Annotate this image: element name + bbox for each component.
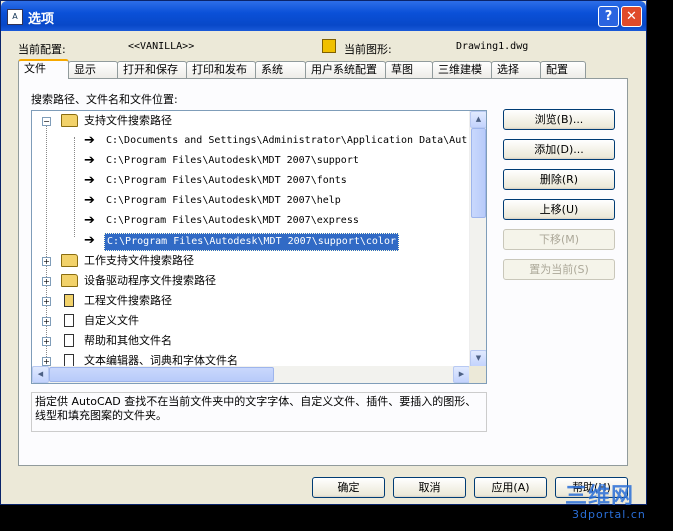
path-text: C:\Program Files\Autodesk\MDT 2007\suppo… [104, 233, 399, 251]
path-text: C:\Program Files\Autodesk\MDT 2007\help [106, 195, 341, 206]
arrow-right-icon: ➔ [84, 153, 95, 168]
remove-button[interactable]: 删除(R) [503, 169, 615, 190]
path-text: C:\Program Files\Autodesk\MDT 2007\fonts [106, 175, 347, 186]
move-down-button[interactable]: 下移(M) [503, 229, 615, 250]
scroll-down-icon[interactable]: ▼ [470, 350, 486, 367]
tab-system[interactable]: 系统 [255, 61, 306, 79]
options-dialog: A 选项 ? ✕ 当前配置: <<VANILLA>> 当前图形: Drawing… [0, 0, 647, 505]
description-text: 指定供 AutoCAD 查找不在当前文件夹中的文字字体、自定义文件、插件、要插入… [31, 392, 487, 432]
scroll-thumb[interactable] [471, 128, 486, 218]
tab-open-save[interactable]: 打开和保存 [117, 61, 187, 79]
current-drawing-label: 当前图形: [344, 43, 392, 56]
move-up-button[interactable]: 上移(U) [503, 199, 615, 220]
tree-path-item[interactable]: ➔ C:\Program Files\Autodesk\MDT 2007\exp… [32, 211, 472, 231]
watermark-logo: 三维网 [565, 484, 635, 509]
scroll-left-icon[interactable]: ◀ [32, 366, 49, 383]
tree-node-label: 工作支持文件搜索路径 [84, 254, 194, 267]
arrow-right-icon: ➔ [84, 193, 95, 208]
expand-icon[interactable]: + [42, 297, 51, 306]
tree-node-help-files[interactable]: + 帮助和其他文件名 [32, 331, 472, 351]
search-path-tree[interactable]: − 支持文件搜索路径 ➔ C:\Documents and Settings\A… [31, 110, 487, 384]
tree-node-label: 支持文件搜索路径 [84, 114, 172, 127]
path-text: C:\Program Files\Autodesk\MDT 2007\expre… [106, 215, 359, 226]
tree-node-label: 帮助和其他文件名 [84, 334, 172, 347]
apply-button[interactable]: 应用(A) [474, 477, 547, 498]
scroll-up-icon[interactable]: ▲ [470, 111, 486, 128]
arrow-right-icon: ➔ [84, 213, 95, 228]
tree-node-support-path[interactable]: − 支持文件搜索路径 [32, 111, 472, 131]
scroll-thumb[interactable] [49, 367, 274, 382]
tree-node-driver-path[interactable]: + 设备驱动程序文件搜索路径 [32, 271, 472, 291]
drawing-icon [322, 39, 336, 53]
tab-selection[interactable]: 选择 [491, 61, 541, 79]
tree-node-working-support-path[interactable]: + 工作支持文件搜索路径 [32, 251, 472, 271]
project-file-icon [64, 294, 74, 307]
tab-3d-modeling[interactable]: 三维建模 [432, 61, 492, 79]
window-title: 选项 [28, 12, 55, 27]
tab-files[interactable]: 文件 [18, 59, 69, 79]
tree-path-item[interactable]: ➔ C:\Program Files\Autodesk\MDT 2007\hel… [32, 191, 472, 211]
expand-icon[interactable]: + [42, 337, 51, 346]
horizontal-scrollbar[interactable]: ◀ ▶ [32, 366, 470, 383]
tree-path-item[interactable]: ➔ C:\Program Files\Autodesk\MDT 2007\fon… [32, 171, 472, 191]
app-icon: A [7, 9, 23, 25]
expand-icon[interactable]: + [42, 277, 51, 286]
watermark-url: 3dportal.cn [572, 508, 646, 521]
folder-open-icon [61, 114, 78, 127]
close-button[interactable]: ✕ [621, 6, 642, 27]
expand-icon[interactable]: + [42, 357, 51, 366]
tree-node-label: 设备驱动程序文件搜索路径 [84, 274, 216, 287]
file-icon [64, 314, 74, 327]
expand-icon[interactable]: + [42, 317, 51, 326]
arrow-right-icon: ➔ [84, 233, 95, 248]
current-profile-value: <<VANILLA>> [128, 41, 195, 52]
expand-icon[interactable]: + [42, 257, 51, 266]
tree-node-label: 工程文件搜索路径 [84, 294, 172, 307]
help-title-button[interactable]: ? [598, 6, 619, 27]
section-label: 搜索路径、文件名和文件位置: [31, 93, 178, 106]
files-tab-panel: 搜索路径、文件名和文件位置: − 支持文件搜索路径 ➔ C:\Documents… [18, 78, 628, 466]
cancel-button[interactable]: 取消 [393, 477, 466, 498]
scroll-right-icon[interactable]: ▶ [453, 366, 470, 383]
tab-user-preferences[interactable]: 用户系统配置 [305, 61, 386, 79]
tab-drafting[interactable]: 草图 [385, 61, 433, 79]
path-text: C:\Program Files\Autodesk\MDT 2007\suppo… [106, 155, 359, 166]
arrow-right-icon: ➔ [84, 173, 95, 188]
folder-icon [61, 274, 78, 287]
tree-node-custom-files[interactable]: + 自定义文件 [32, 311, 472, 331]
tree-path-item-selected[interactable]: ➔ C:\Program Files\Autodesk\MDT 2007\sup… [32, 231, 472, 251]
ok-button[interactable]: 确定 [312, 477, 385, 498]
tree-path-item[interactable]: ➔ C:\Documents and Settings\Administrato… [32, 131, 472, 151]
tab-profiles[interactable]: 配置 [540, 61, 586, 79]
current-profile-label: 当前配置: [18, 43, 66, 56]
tab-plot-publish[interactable]: 打印和发布 [186, 61, 256, 79]
file-icon [64, 334, 74, 347]
path-text: C:\Documents and Settings\Administrator\… [106, 135, 468, 146]
scroll-corner [469, 366, 486, 383]
vertical-scrollbar[interactable]: ▲ ▼ [469, 111, 486, 367]
arrow-right-icon: ➔ [84, 133, 95, 148]
set-current-button[interactable]: 置为当前(S) [503, 259, 615, 280]
title-bar[interactable]: A 选项 ? ✕ [1, 1, 646, 31]
current-drawing-value: Drawing1.dwg [456, 41, 529, 52]
add-button[interactable]: 添加(D)... [503, 139, 615, 160]
tree-node-project-path[interactable]: + 工程文件搜索路径 [32, 291, 472, 311]
tree-path-item[interactable]: ➔ C:\Program Files\Autodesk\MDT 2007\sup… [32, 151, 472, 171]
browse-button[interactable]: 浏览(B)... [503, 109, 615, 130]
tree-node-label: 自定义文件 [84, 314, 139, 327]
collapse-icon[interactable]: − [42, 117, 51, 126]
folder-icon [61, 254, 78, 267]
tab-display[interactable]: 显示 [68, 61, 118, 79]
